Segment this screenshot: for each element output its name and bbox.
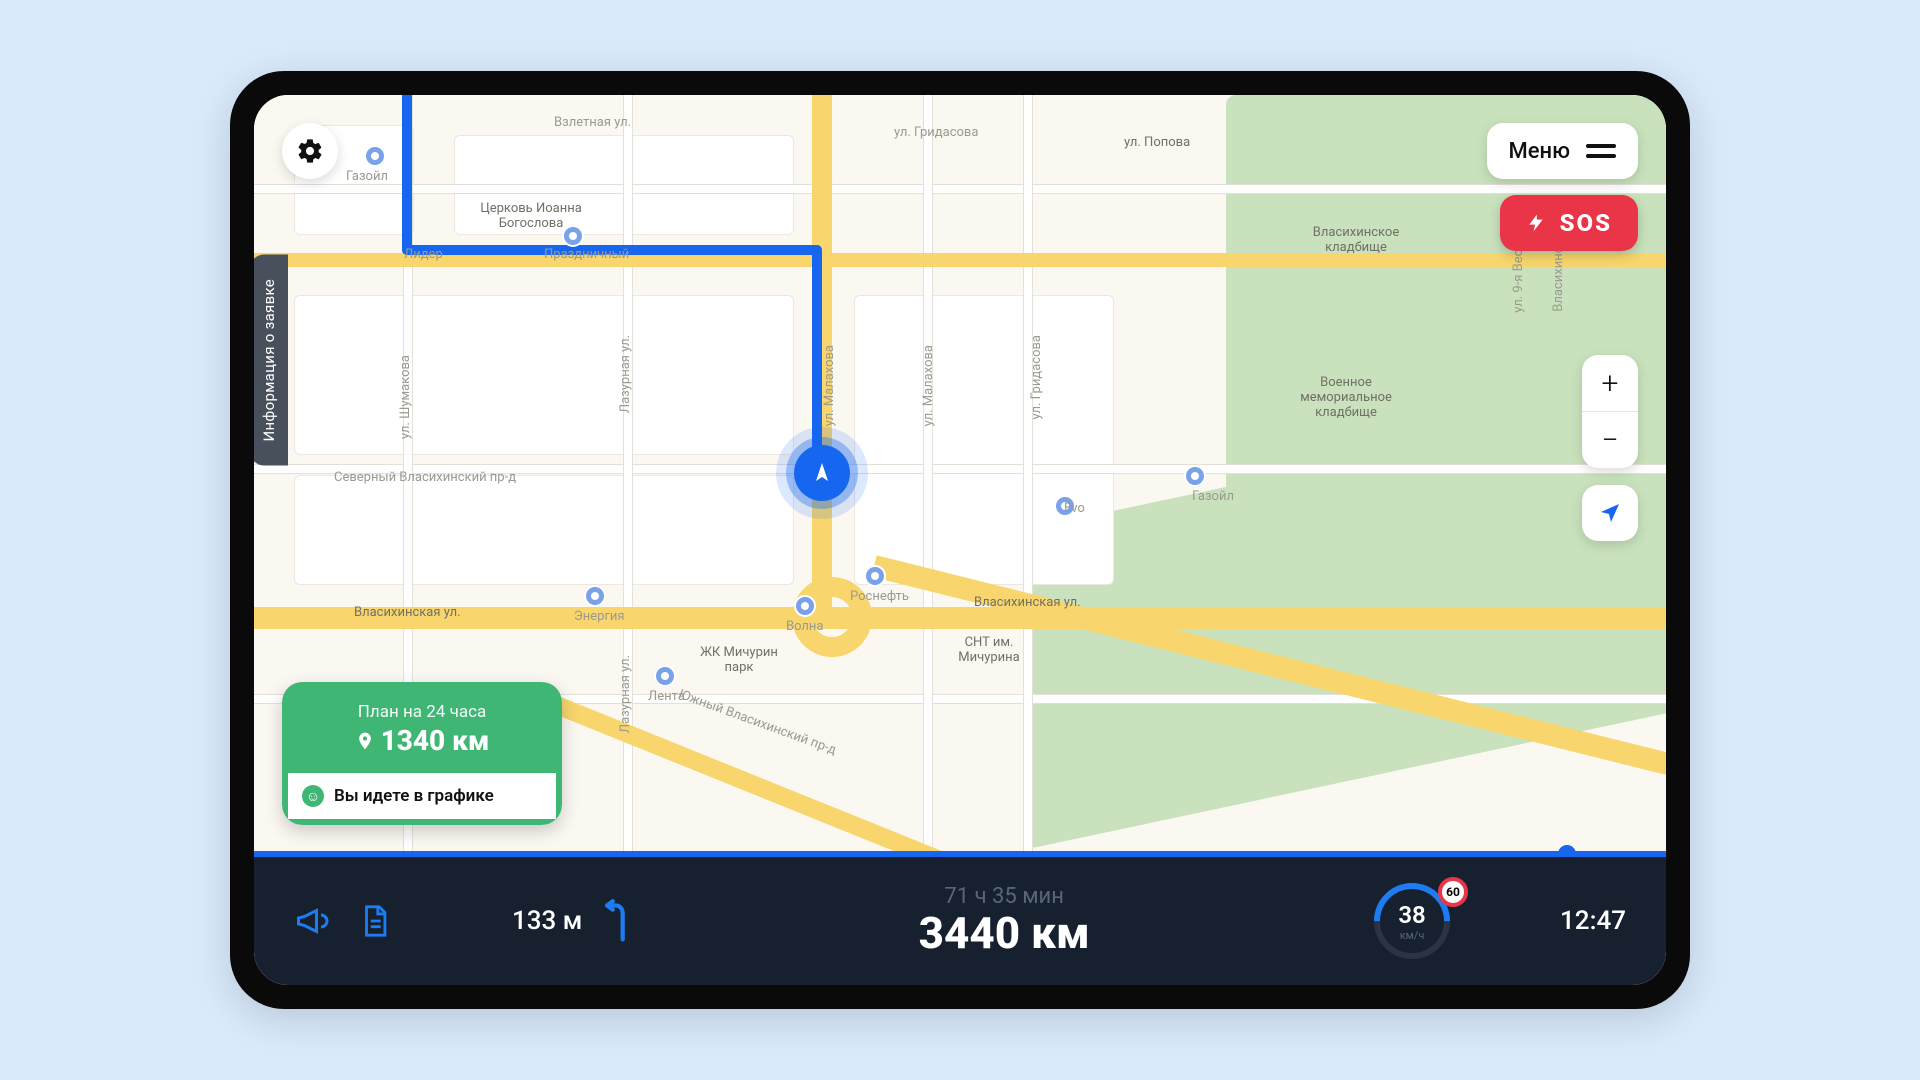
menu-button[interactable]: Меню [1487,123,1638,179]
settings-button[interactable] [282,123,338,179]
recenter-button[interactable] [1582,485,1638,541]
speed-limit-value: 60 [1446,885,1460,899]
map-block [294,475,794,585]
screen: Взлетная ул. ул. Гридасова Церковь Иоанн… [254,95,1666,985]
plan-distance-row: 1340 км [298,724,546,757]
clock: 12:47 [1560,906,1626,936]
street-label: Власихинская ул. [974,595,1081,610]
poi-label: Газойл [346,169,388,184]
route-segment [812,245,822,475]
zoom-controls: + − [1582,355,1638,468]
street-label: ул. Малахова [921,345,936,426]
speed-value: 38 [1398,901,1425,929]
street-label: ул. Гридасова [1029,335,1044,419]
minor-road [254,185,1666,193]
next-turn-distance: 133 м [512,906,582,936]
poi-marker[interactable] [364,145,386,167]
poi-label: Энергия [574,609,625,624]
poi-label: Evo [1064,501,1085,516]
plan-card-inner: План на 24 часа 1340 км ☺ Вы идете в гра… [282,682,562,825]
poi-label: Волна [786,619,824,634]
map-block [294,295,794,455]
poi-label: ЖК Мичурин парк [694,645,784,675]
eta-duration: 71 ч 35 мин [644,884,1364,909]
menu-label: Меню [1509,139,1570,164]
bottom-bar: 133 м 71 ч 35 мин 3440 км 38 км/ч 60 12:… [254,857,1666,985]
turn-left-icon [600,899,634,943]
street-label: ул. Малахова [822,345,837,426]
smile-icon: ☺ [302,785,324,807]
announcements-button[interactable] [294,903,330,939]
bottom-icons [294,903,392,939]
poi-marker[interactable] [794,595,816,617]
plan-card-bottom: ☺ Вы идете в графике [288,769,556,819]
poi-label: Лидер [404,247,443,262]
poi-label: Церковь Иоанна Богослова [476,201,586,231]
lightning-icon [1526,211,1546,235]
side-tab-label: Информация о заявке [260,279,278,442]
street-label: Северный Власихинский пр-д [334,470,516,485]
map-block [854,295,1114,585]
hamburger-icon [1586,144,1616,158]
plan-card[interactable]: План на 24 часа 1340 км ☺ Вы идете в гра… [282,682,562,825]
street-label: Лазурная ул. [618,655,633,733]
current-location-marker [794,445,850,501]
navigation-arrow-icon [810,461,834,485]
speed-limit-sign: 60 [1438,877,1468,907]
street-label: ул. Гридасова [894,125,978,140]
poi-label: Газойл [1192,489,1234,504]
sos-label: SOS [1560,209,1612,237]
trip-summary: 71 ч 35 мин 3440 км [644,884,1364,959]
main-road [254,607,1666,629]
speed-unit: км/ч [1400,929,1425,942]
street-label: Взлетная ул. [554,115,631,130]
street-label: Лазурная ул. [618,335,633,413]
sos-button[interactable]: SOS [1500,195,1638,251]
zoom-in-button[interactable]: + [1582,355,1638,411]
poi-marker[interactable] [864,565,886,587]
plan-title: План на 24 часа [298,702,546,722]
location-arrow-icon [1598,501,1622,525]
poi-label: Роснефть [850,589,909,604]
speed-widget: 38 км/ч 60 [1374,883,1450,959]
street-label: ул. Шумакова [398,355,413,439]
poi-label: Праздничный [544,247,629,262]
zoom-out-button[interactable]: − [1582,412,1638,468]
gear-icon [296,137,324,165]
tablet-frame: Взлетная ул. ул. Гридасова Церковь Иоанн… [230,71,1690,1009]
next-turn: 133 м [512,899,634,943]
route-segment [402,95,412,255]
poi-label: СНТ им. Мичурина [954,635,1024,665]
plan-status: Вы идете в графике [334,786,494,806]
plan-card-top: План на 24 часа 1340 км [288,688,556,769]
request-info-tab[interactable]: Информация о заявке [254,255,288,466]
documents-button[interactable] [358,904,392,938]
poi-marker[interactable] [654,665,676,687]
main-road [254,253,1666,267]
plan-distance: 1340 км [381,724,490,757]
poi-label: Военное мемориальное кладбище [1286,375,1406,420]
poi-marker[interactable] [1184,465,1206,487]
poi-marker[interactable] [584,585,606,607]
street-label: ул. Попова [1124,135,1190,150]
street-label: Власихинская ул. [354,605,461,620]
remaining-distance: 3440 км [644,907,1364,959]
pin-icon [355,731,375,751]
poi-label: Власихинское кладбище [1296,225,1416,255]
